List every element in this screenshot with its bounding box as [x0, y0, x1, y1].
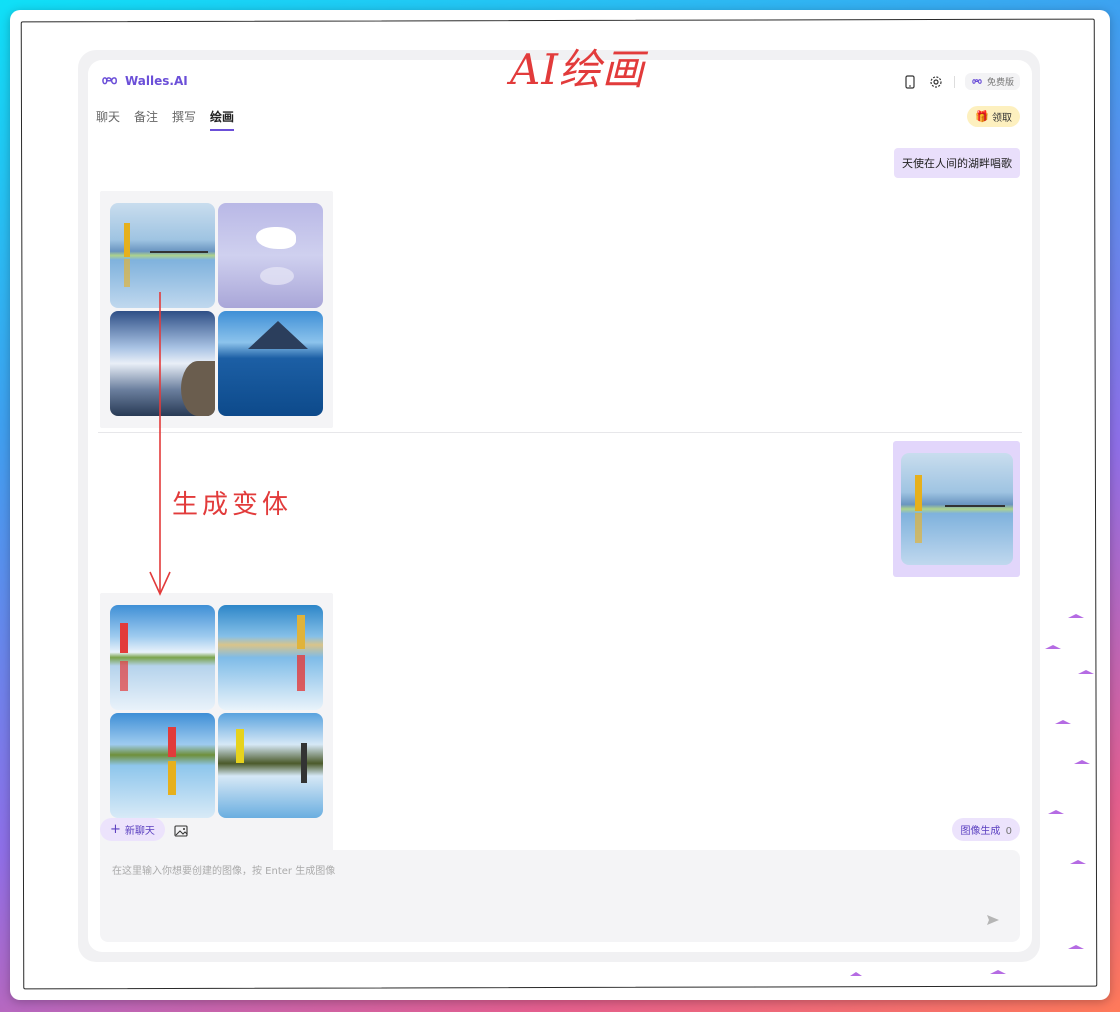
uploaded-image-bubble [893, 441, 1020, 577]
prompt-input[interactable] [110, 860, 994, 924]
variant-image-1[interactable] [110, 605, 215, 710]
prompt-input-box [100, 850, 1020, 942]
plan-badge[interactable]: 免费版 [964, 73, 1020, 90]
variant-image-4[interactable] [218, 713, 323, 818]
conversation-divider [98, 432, 1022, 433]
user-prompt-bubble: 天使在人间的湖畔唱歌 [894, 148, 1020, 178]
gear-icon[interactable] [928, 74, 944, 90]
mobile-icon[interactable] [902, 74, 918, 90]
new-chat-button[interactable]: + 新聊天 [100, 818, 165, 841]
tab-draw[interactable]: 绘画 [210, 108, 235, 131]
image-upload-icon[interactable] [174, 822, 188, 841]
header-divider [953, 75, 955, 88]
variant-image-grid [110, 605, 323, 818]
gen-count-value: 0 [1005, 826, 1012, 837]
plan-label: 免费版 [986, 78, 1014, 88]
logo-text: Walles.AI [125, 74, 188, 88]
result-image-egret[interactable] [218, 203, 323, 308]
image-gen-count-badge[interactable]: 图像生成 0 [952, 818, 1020, 841]
variant-image-2[interactable] [218, 605, 323, 710]
bottom-toolbar: + 新聊天 图像生成 0 [100, 818, 1020, 842]
new-chat-label: 新聊天 [124, 826, 155, 837]
tab-bar: 聊天 备注 撰写 绘画 [96, 108, 235, 131]
variant-annotation: 生成变体 [172, 490, 293, 520]
result-image-mountain-birds[interactable] [218, 311, 323, 416]
gift-icon: 🎁 [975, 110, 989, 123]
tab-write[interactable]: 撰写 [172, 108, 196, 131]
infinity-icon [972, 79, 982, 84]
variant-image-3[interactable] [110, 713, 215, 818]
ai-result-block [100, 191, 333, 428]
infinity-logo-icon [102, 77, 118, 85]
uploaded-image[interactable] [900, 453, 1013, 565]
variant-arrow [149, 292, 171, 596]
send-icon[interactable] [986, 911, 1000, 930]
tab-notes[interactable]: 备注 [134, 108, 158, 131]
tab-chat[interactable]: 聊天 [96, 108, 120, 131]
plus-icon: + [110, 821, 121, 837]
claim-button[interactable]: 🎁 领取 [967, 106, 1020, 127]
image-grid [110, 203, 323, 416]
gen-count-label: 图像生成 [960, 826, 1001, 837]
claim-label: 领取 [992, 113, 1012, 124]
logo[interactable]: Walles.AI [100, 74, 188, 88]
title-annotation: AI绘画 [510, 45, 645, 94]
header-actions: 免费版 [902, 73, 1020, 90]
